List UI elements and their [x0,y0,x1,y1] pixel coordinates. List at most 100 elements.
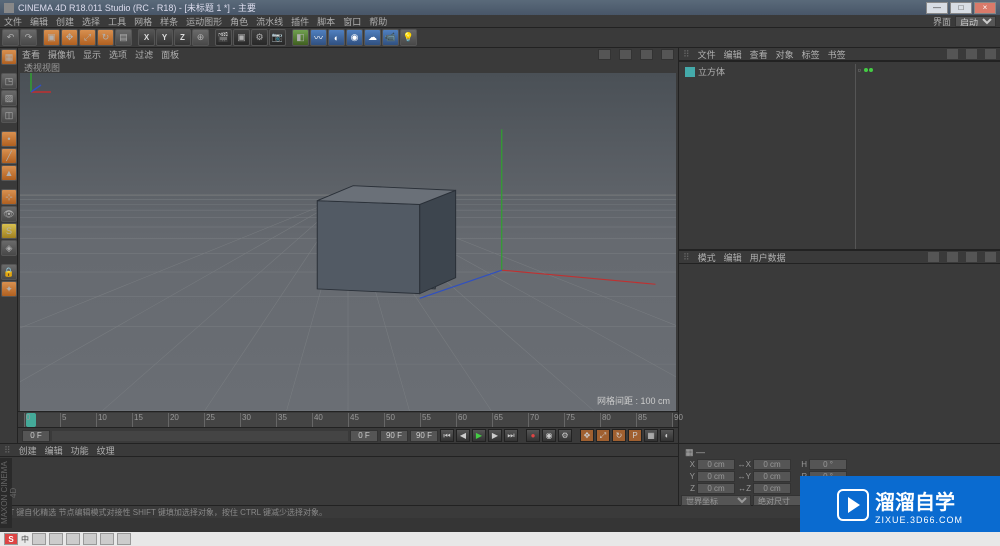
menu-script[interactable]: 脚本 [317,15,335,28]
coord-z-size[interactable] [753,483,791,494]
attr-new-icon[interactable] [985,252,996,262]
menu-file[interactable]: 文件 [4,15,22,28]
frame-range-start[interactable] [350,430,378,442]
viewport-solo[interactable]: 👁 [1,206,17,222]
obj-filter-icon[interactable] [985,49,996,59]
select-tool[interactable]: ▣ [43,29,60,46]
taskbar-app-5[interactable] [100,533,114,545]
taskbar-app-2[interactable] [49,533,63,545]
timeline-track[interactable]: 051015202530354045505560657075808590 [24,413,672,427]
goto-start[interactable]: ⏮ [440,429,454,442]
key-param[interactable]: P [628,429,642,442]
key-sel[interactable]: ◐ [660,429,674,442]
model-mode[interactable]: ◳ [1,73,17,89]
obj-menu-view[interactable]: 查看 [750,48,768,61]
frame-total[interactable] [410,430,438,442]
record-key[interactable]: ● [526,429,540,442]
add-generator[interactable]: ◐ [328,29,345,46]
last-tool[interactable]: ▤ [115,29,132,46]
viewport-nav-4[interactable] [661,49,674,60]
menu-tools[interactable]: 工具 [108,15,126,28]
menu-plugins[interactable]: 插件 [291,15,309,28]
attr-fwd-icon[interactable] [966,252,977,262]
layout-select[interactable]: 启动 [955,16,996,27]
coord-y-pos[interactable] [697,471,735,482]
attr-up-icon[interactable] [947,252,958,262]
attr-menu-edit[interactable]: 编辑 [724,251,742,264]
taskbar-app-4[interactable] [83,533,97,545]
ime-icon[interactable]: S [4,533,18,545]
rotate-tool[interactable]: ↻ [97,29,114,46]
menu-select[interactable]: 选择 [82,15,100,28]
coord-system[interactable]: ⊕ [192,29,209,46]
redo-button[interactable]: ↷ [20,29,37,46]
render-view[interactable]: 🎬 [215,29,232,46]
axis-x-toggle[interactable]: X [138,29,155,46]
window-maximize-button[interactable]: □ [950,2,972,14]
obj-menu-edit[interactable]: 编辑 [724,48,742,61]
vmenu-view[interactable]: 查看 [22,48,40,61]
menu-mograph[interactable]: 运动图形 [186,15,222,28]
taskbar-app-1[interactable] [32,533,46,545]
menu-spline[interactable]: 样条 [160,15,178,28]
step-back[interactable]: ◀ [456,429,470,442]
polygon-mode[interactable]: ▲ [1,165,17,181]
autokey[interactable]: ◉ [542,429,556,442]
menu-window[interactable]: 窗口 [343,15,361,28]
locked[interactable]: 🔒 [1,264,17,280]
add-camera[interactable]: 📹 [382,29,399,46]
mat-menu-edit[interactable]: 编辑 [45,444,63,457]
make-editable[interactable]: ▦ [1,49,17,65]
menu-mesh[interactable]: 网格 [134,15,152,28]
step-forward[interactable]: ▶ [488,429,502,442]
render-picture-viewer[interactable]: 📷 [269,29,286,46]
frame-current[interactable] [22,430,50,442]
undo-button[interactable]: ↶ [2,29,19,46]
coord-y-size[interactable] [753,471,791,482]
axis-z-toggle[interactable]: Z [174,29,191,46]
viewport-nav-3[interactable] [640,49,653,60]
scale-tool[interactable]: ⤢ [79,29,96,46]
viewport-3d[interactable]: 网格间距 : 100 cm [20,73,676,411]
play-button[interactable]: ▶ [472,429,486,442]
ime-lang[interactable]: 中 [21,534,29,545]
menu-edit[interactable]: 编辑 [30,15,48,28]
coord-h[interactable] [809,459,847,470]
axis-mode[interactable]: ⊹ [1,189,17,205]
taskbar-app-3[interactable] [66,533,80,545]
coord-mode-a[interactable]: 世界坐标 [681,495,751,506]
add-cube[interactable]: ◧ [292,29,309,46]
tree-item-cube[interactable]: 立方体 [683,64,855,79]
viewport-nav-1[interactable] [598,49,611,60]
obj-menu-objects[interactable]: 对象 [776,48,794,61]
workplane[interactable]: ◈ [1,240,17,256]
viewport-nav-2[interactable] [619,49,632,60]
point-mode[interactable]: • [1,131,17,147]
key-pos[interactable]: ✥ [580,429,594,442]
obj-menu-tags[interactable]: 标签 [802,48,820,61]
coord-x-size[interactable] [753,459,791,470]
vmenu-filter[interactable]: 过滤 [135,48,153,61]
obj-search-icon[interactable] [947,49,958,59]
obj-eye-icon[interactable] [966,49,977,59]
add-environment[interactable]: ☁ [364,29,381,46]
attr-menu-userdata[interactable]: 用户数据 [750,251,786,264]
taskbar-app-6[interactable] [117,533,131,545]
coord-z-pos[interactable] [697,483,735,494]
goto-end[interactable]: ⏭ [504,429,518,442]
vmenu-options[interactable]: 选项 [109,48,127,61]
vmenu-panel[interactable]: 面板 [161,48,179,61]
menu-help[interactable]: 帮助 [369,15,387,28]
render-region[interactable]: ▣ [233,29,250,46]
vmenu-display[interactable]: 显示 [83,48,101,61]
vmenu-camera[interactable]: 摄像机 [48,48,75,61]
mat-menu-texture[interactable]: 纹理 [97,444,115,457]
texture-mode[interactable]: ▨ [1,90,17,106]
timeline-range-bar[interactable] [52,431,348,441]
menu-character[interactable]: 角色 [230,15,248,28]
workplane-mode[interactable]: ◫ [1,107,17,123]
render-settings[interactable]: ⚙ [251,29,268,46]
key-pla[interactable]: ▦ [644,429,658,442]
snap-toggle[interactable]: S [1,223,17,239]
edge-mode[interactable]: ╱ [1,148,17,164]
